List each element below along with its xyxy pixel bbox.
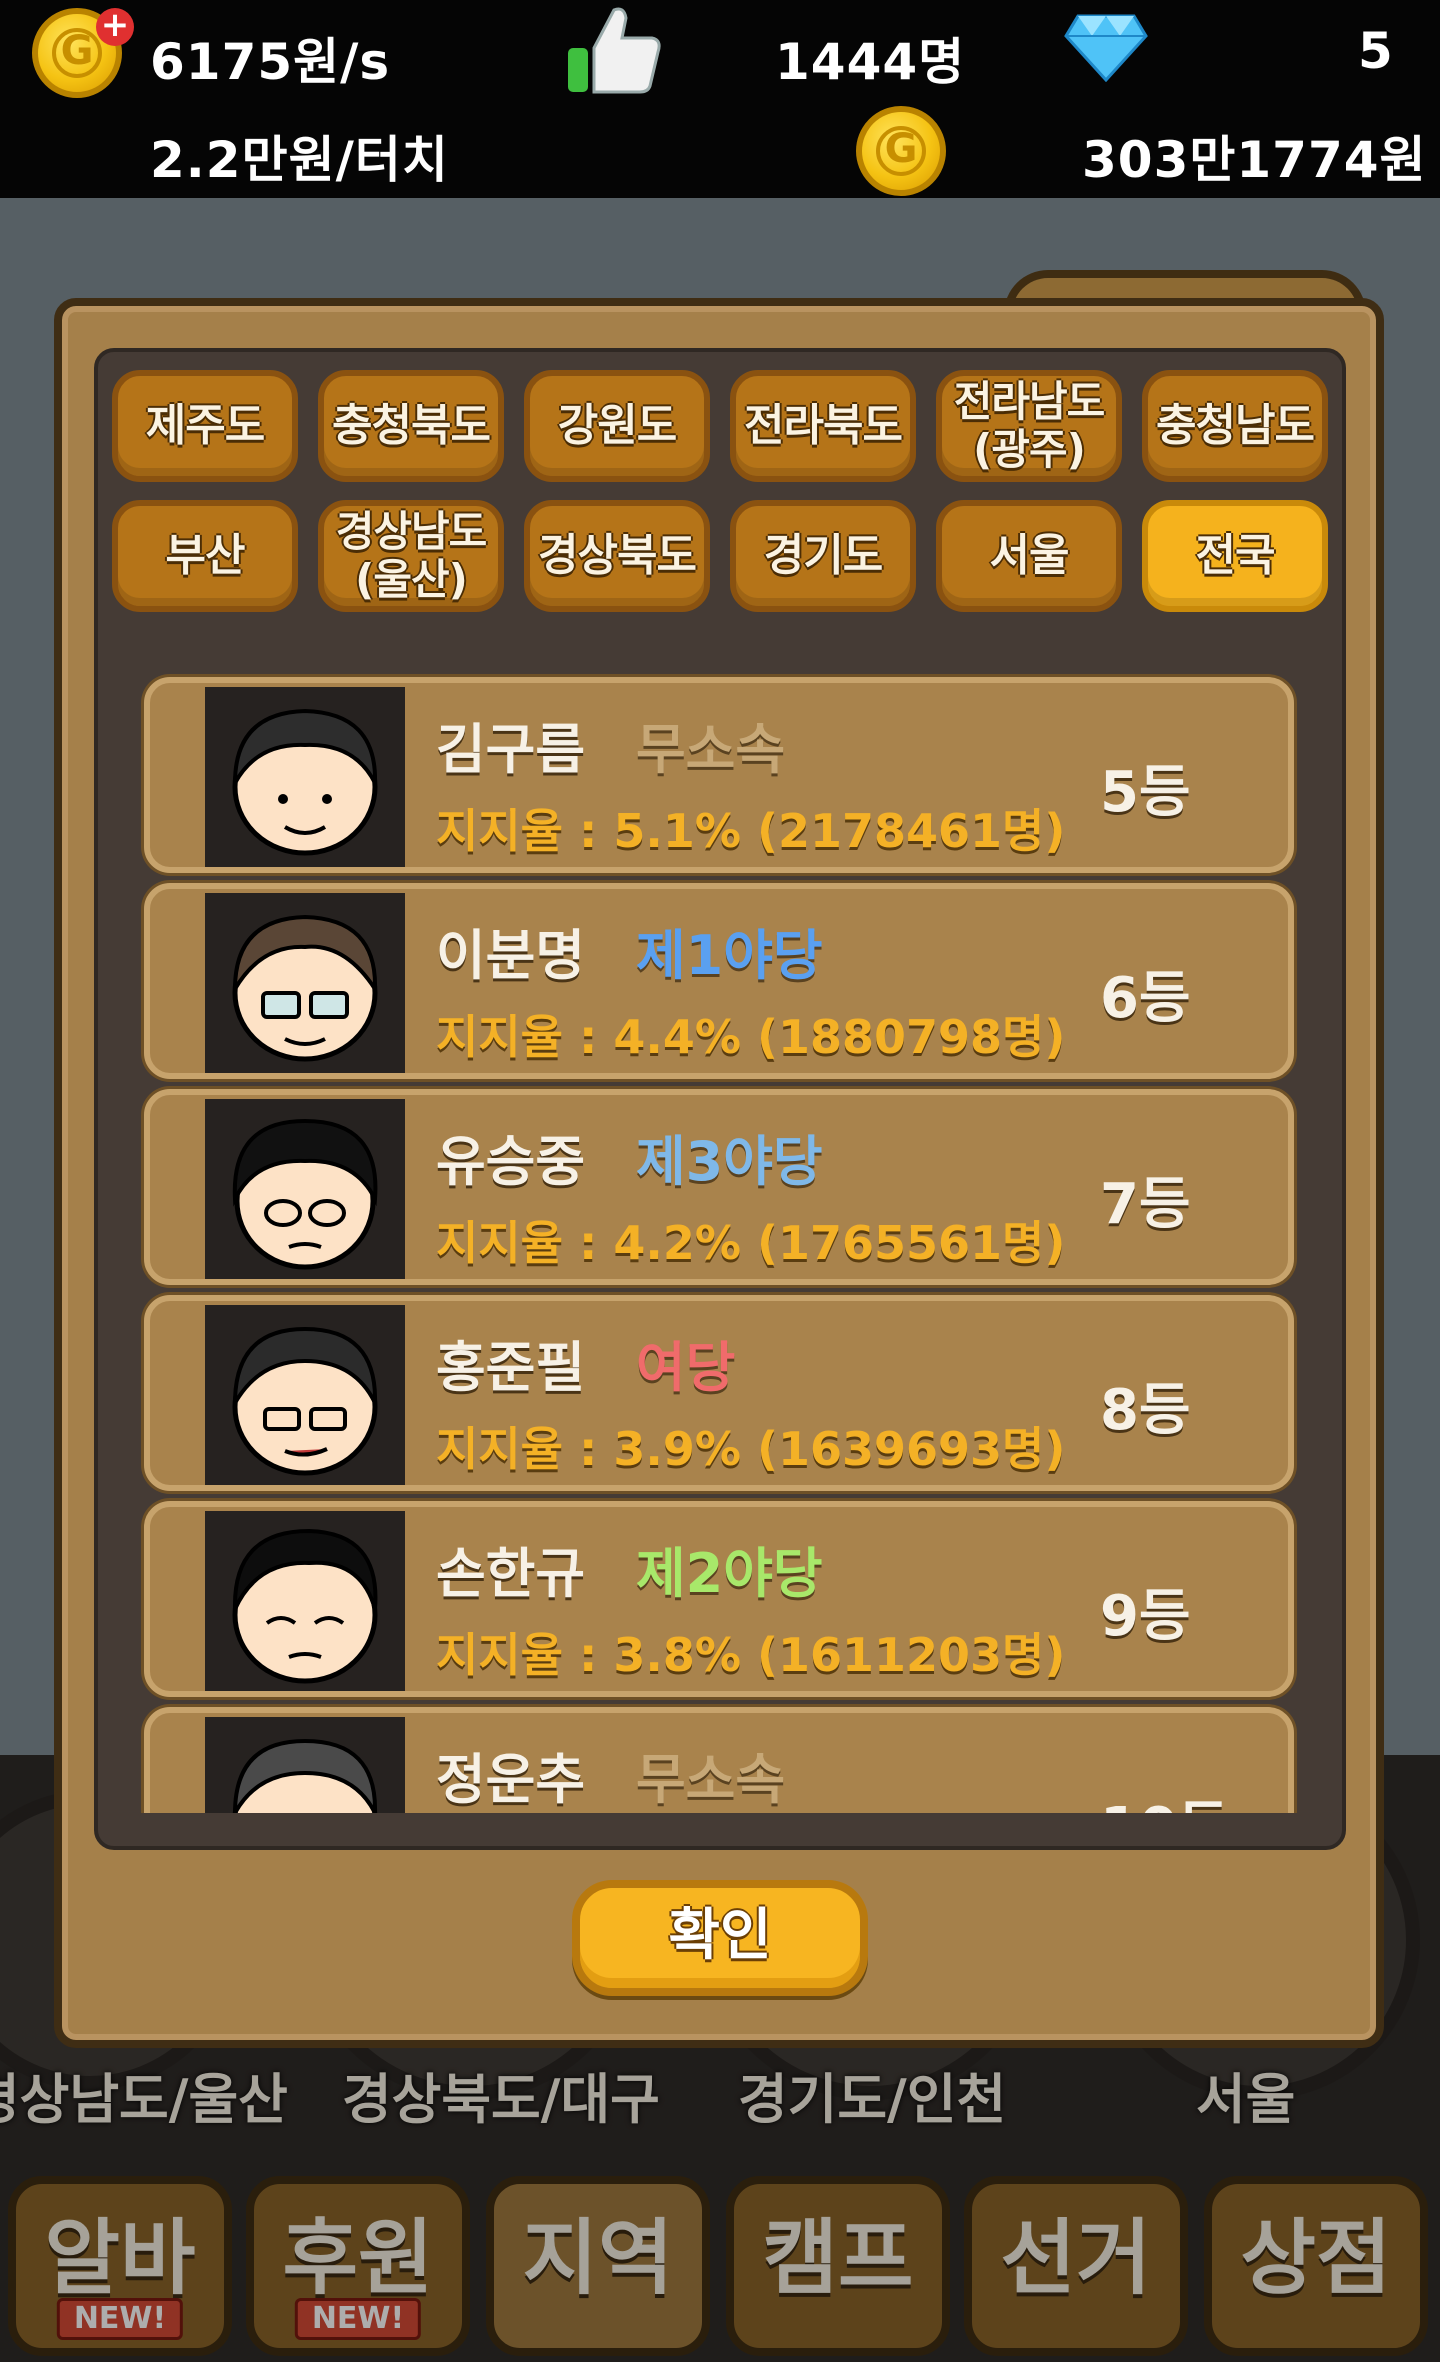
- candidate-card[interactable]: 손한규 제2야당 지지율 : 3.8% (1611203명) 9등: [144, 1501, 1294, 1697]
- region-tab-gyeongbuk[interactable]: 경상북도: [524, 500, 710, 612]
- candidate-list[interactable]: 김구름 무소속 지지율 : 5.1% (2178461명) 5등 이분명 제1야…: [140, 673, 1300, 1813]
- region-tab-gyeongnam[interactable]: 경상남도 (울산): [318, 500, 504, 612]
- candidate-support: 지지율 : 4.4% (1880798명): [436, 1010, 1066, 1064]
- candidate-support: 지지율 : 3.9% (1639693명): [436, 1422, 1066, 1476]
- candidate-rank: 7등: [1100, 1172, 1191, 1237]
- candidate-portrait: [205, 1511, 405, 1691]
- candidate-portrait: [205, 1717, 405, 1813]
- candidate-name: 정운추: [436, 1748, 586, 1811]
- candidate-portrait: [205, 687, 405, 867]
- income-per-second: 6175원/s: [150, 33, 391, 91]
- candidate-support: 지지율 : 4.2% (1765561명): [436, 1216, 1066, 1270]
- candidate-rank: 5등: [1100, 760, 1191, 825]
- region-tab-jeju[interactable]: 제주도: [112, 370, 298, 482]
- candidate-name: 김구름: [436, 718, 586, 781]
- region-tab-jeonbuk[interactable]: 전라북도: [730, 370, 916, 482]
- candidate-card[interactable]: 이분명 제1야당 지지율 : 4.4% (1880798명) 6등: [144, 883, 1294, 1079]
- region-tab-seoul[interactable]: 서울: [936, 500, 1122, 612]
- region-tab-chungbuk[interactable]: 충청북도: [318, 370, 504, 482]
- status-bar: G + 6175원/s 2.2만원/터치 1444명 5 G 303만1774원: [0, 0, 1440, 198]
- region-tab-busan[interactable]: 부산: [112, 500, 298, 612]
- income-per-touch: 2.2만원/터치: [150, 131, 449, 189]
- candidate-portrait: [205, 893, 405, 1073]
- supporter-count: 1444명: [775, 33, 966, 91]
- candidate-portrait: [205, 1305, 405, 1485]
- gem-count: 5: [1358, 22, 1394, 80]
- region-tab-nationwide[interactable]: 전국: [1142, 500, 1328, 612]
- candidate-rank: 6등: [1100, 966, 1191, 1031]
- candidate-name: 홍준필: [436, 1336, 586, 1399]
- candidate-card[interactable]: 홍준필 여당 지지율 : 3.9% (1639693명) 8등: [144, 1295, 1294, 1491]
- diamond-icon[interactable]: [1064, 12, 1148, 83]
- candidate-party: 제1야당: [636, 924, 823, 987]
- candidate-name: 손한규: [436, 1542, 586, 1605]
- candidate-rank: 8등: [1100, 1378, 1191, 1443]
- coin-icon: G: [856, 106, 946, 196]
- candidate-party: 무소속: [636, 718, 786, 781]
- region-tab-jeonnam[interactable]: 전라남도 (광주): [936, 370, 1122, 482]
- plus-icon[interactable]: +: [96, 8, 134, 46]
- candidate-party: 여당: [636, 1336, 736, 1399]
- candidate-name: 이분명: [436, 924, 586, 987]
- region-tab-chungnam[interactable]: 충청남도: [1142, 370, 1328, 482]
- thumbs-up-icon: [566, 4, 662, 94]
- confirm-button[interactable]: 확인: [572, 1880, 868, 1996]
- candidate-portrait: [205, 1099, 405, 1279]
- candidate-card[interactable]: 유승중 제3야당 지지율 : 4.2% (1765561명) 7등: [144, 1089, 1294, 1285]
- candidate-rank: 10등: [1100, 1783, 1229, 1813]
- money-amount: 303만1774원: [1082, 131, 1427, 189]
- candidate-party: 무소속: [636, 1748, 786, 1811]
- candidate-party: 제3야당: [636, 1130, 823, 1193]
- candidate-rank: 9등: [1100, 1584, 1191, 1649]
- candidate-card[interactable]: 정운추 무소속 10등: [144, 1707, 1294, 1813]
- region-tab-gyeonggi[interactable]: 경기도: [730, 500, 916, 612]
- candidate-party: 제2야당: [636, 1542, 823, 1605]
- candidate-card[interactable]: 김구름 무소속 지지율 : 5.1% (2178461명) 5등: [144, 677, 1294, 873]
- candidate-support: 지지율 : 3.8% (1611203명): [436, 1628, 1066, 1682]
- region-tab-gangwon[interactable]: 강원도: [524, 370, 710, 482]
- candidate-support: 지지율 : 5.1% (2178461명): [436, 804, 1066, 858]
- candidate-name: 유승중: [436, 1130, 586, 1193]
